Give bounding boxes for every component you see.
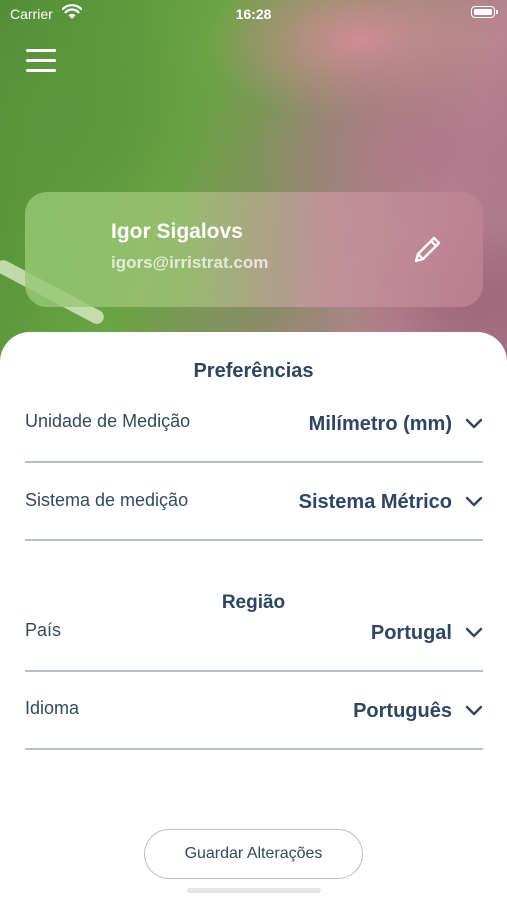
- measurement-system-label: Sistema de medição: [25, 490, 189, 510]
- chevron-down-icon: [465, 418, 483, 429]
- save-changes-button[interactable]: Guardar Alterações: [144, 829, 363, 879]
- country-label: País: [25, 620, 62, 640]
- language-label: Idioma: [25, 698, 80, 718]
- country-value: Portugal: [370, 622, 452, 644]
- divider: [25, 539, 483, 541]
- header-background-image: [0, 0, 507, 380]
- status-time: 16:28: [235, 6, 272, 22]
- preferences-heading: Preferências: [193, 360, 314, 382]
- chevron-down-icon: [465, 496, 483, 507]
- profile-name: Igor Sigalovs: [111, 220, 243, 243]
- edit-profile-button[interactable]: [405, 228, 449, 272]
- profile-email: igors@irristrat.com: [111, 253, 269, 272]
- measurement-unit-label: Unidade de Medição: [25, 411, 191, 431]
- chevron-down-icon: [465, 705, 483, 716]
- region-heading: Região: [221, 592, 286, 613]
- divider: [25, 461, 483, 463]
- chevron-down-icon: [465, 627, 483, 638]
- divider: [25, 670, 483, 672]
- measurement-unit-value: Milímetro (mm): [308, 413, 452, 435]
- language-value: Português: [353, 700, 452, 722]
- hamburger-menu-icon[interactable]: [26, 47, 56, 73]
- measurement-system-value: Sistema Métrico: [298, 491, 452, 513]
- pencil-icon: [414, 236, 441, 263]
- profile-card: Igor Sigalovs igors@irristrat.com: [25, 192, 483, 307]
- divider: [25, 748, 483, 750]
- battery-icon: [471, 6, 498, 18]
- home-indicator: [187, 888, 321, 893]
- status-bar: Carrier 16:28: [0, 0, 507, 28]
